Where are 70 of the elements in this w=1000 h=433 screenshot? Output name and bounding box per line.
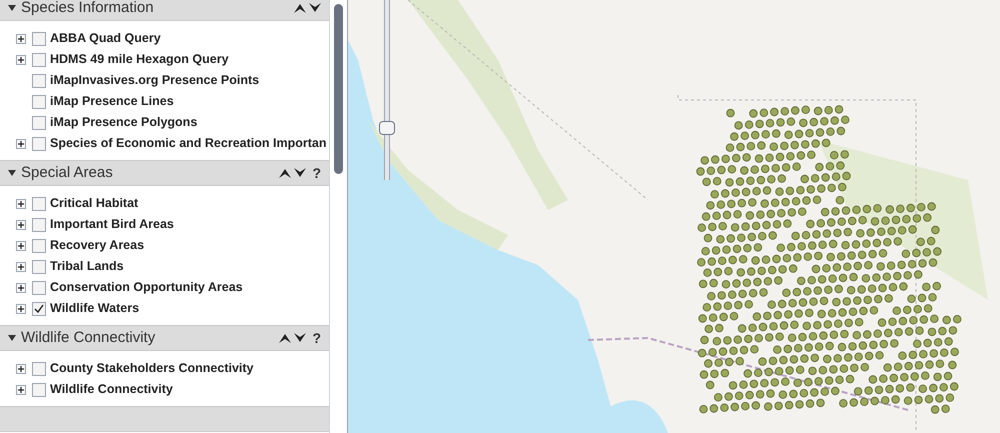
expand-button[interactable] <box>16 282 26 292</box>
layer-label[interactable]: Conservation Opportunity Areas <box>50 278 243 297</box>
layer-label[interactable]: Wildlife Connectivity <box>50 380 173 399</box>
plus-icon <box>18 242 24 248</box>
scrollbar-thumb[interactable] <box>334 4 343 174</box>
expand-button[interactable] <box>16 384 26 394</box>
checkbox[interactable] <box>32 116 46 130</box>
move-up-icon[interactable] <box>279 333 292 343</box>
move-down-icon[interactable] <box>294 333 306 343</box>
layer-label[interactable]: Important Bird Areas <box>50 215 174 234</box>
checkbox[interactable] <box>32 196 46 210</box>
section-title: Special Areas <box>21 162 114 183</box>
section-title: Wildlife Connectivity <box>21 328 156 348</box>
layer-label[interactable]: Critical Habitat <box>50 194 138 213</box>
layer-label[interactable]: Wildlife Waters <box>50 299 140 318</box>
layer-label[interactable]: Recovery Areas <box>50 236 144 255</box>
layer-label[interactable]: Species of Economic and Recreation Importan <box>50 134 326 153</box>
expand-button[interactable] <box>16 54 26 64</box>
plus-icon <box>18 56 24 62</box>
expand-button[interactable] <box>16 138 26 148</box>
plus-icon <box>18 36 24 42</box>
collapse-triangle-icon[interactable] <box>8 334 16 342</box>
expand-button[interactable] <box>16 364 26 374</box>
checkbox[interactable] <box>32 136 46 150</box>
section-title: Species Information <box>21 0 155 18</box>
checkbox[interactable] <box>32 362 46 376</box>
move-down-icon[interactable] <box>294 168 306 178</box>
checkbox[interactable] <box>32 218 46 232</box>
checkbox[interactable] <box>32 260 46 274</box>
layer-label[interactable]: iMap Presence Polygons <box>50 113 198 132</box>
plus-icon <box>18 200 24 206</box>
plus-icon <box>18 366 24 372</box>
layer-label[interactable]: ABBA Quad Query <box>50 29 161 48</box>
plus-icon <box>18 386 24 392</box>
layer-label[interactable]: iMap Presence Lines <box>50 92 174 111</box>
checkbox[interactable] <box>32 302 46 316</box>
layer-label[interactable]: County Stakeholders Connectivity <box>50 359 254 378</box>
plus-icon <box>18 284 24 290</box>
checkbox[interactable] <box>32 32 46 46</box>
expand-button[interactable] <box>16 198 26 208</box>
checkbox[interactable] <box>32 238 46 252</box>
checkbox[interactable] <box>32 74 46 88</box>
move-down-icon[interactable] <box>309 3 321 13</box>
section-header[interactable]: Wildlife Connectivity ? <box>0 325 329 351</box>
plus-icon <box>18 222 24 228</box>
checkbox[interactable] <box>32 382 46 396</box>
expand-button[interactable] <box>16 262 26 272</box>
expand-button[interactable] <box>16 240 26 250</box>
checkbox[interactable] <box>32 94 46 108</box>
layer-label[interactable]: Tribal Lands <box>50 257 124 276</box>
checkbox[interactable] <box>32 280 46 294</box>
plus-icon <box>18 264 24 270</box>
expand-button[interactable] <box>16 34 26 44</box>
checkmark-icon <box>34 304 44 314</box>
collapse-triangle-icon[interactable] <box>8 4 16 12</box>
checkbox[interactable] <box>32 52 46 66</box>
layer-label[interactable]: iMapInvasives.org Presence Points <box>50 71 260 90</box>
section-header[interactable]: Special Areas ? <box>0 160 329 186</box>
section-header[interactable]: Species Information <box>0 0 329 21</box>
expand-button[interactable] <box>16 304 26 314</box>
help-button[interactable]: ? <box>312 331 321 345</box>
expand-button[interactable] <box>16 220 26 230</box>
layer-label[interactable]: HDMS 49 mile Hexagon Query <box>50 50 229 69</box>
help-button[interactable]: ? <box>312 166 321 180</box>
plus-icon <box>18 306 24 312</box>
move-up-icon[interactable] <box>294 3 306 13</box>
move-up-icon[interactable] <box>279 168 292 178</box>
zoom-slider-thumb[interactable] <box>379 121 395 136</box>
plus-icon <box>18 140 24 146</box>
collapse-triangle-icon[interactable] <box>8 169 16 177</box>
